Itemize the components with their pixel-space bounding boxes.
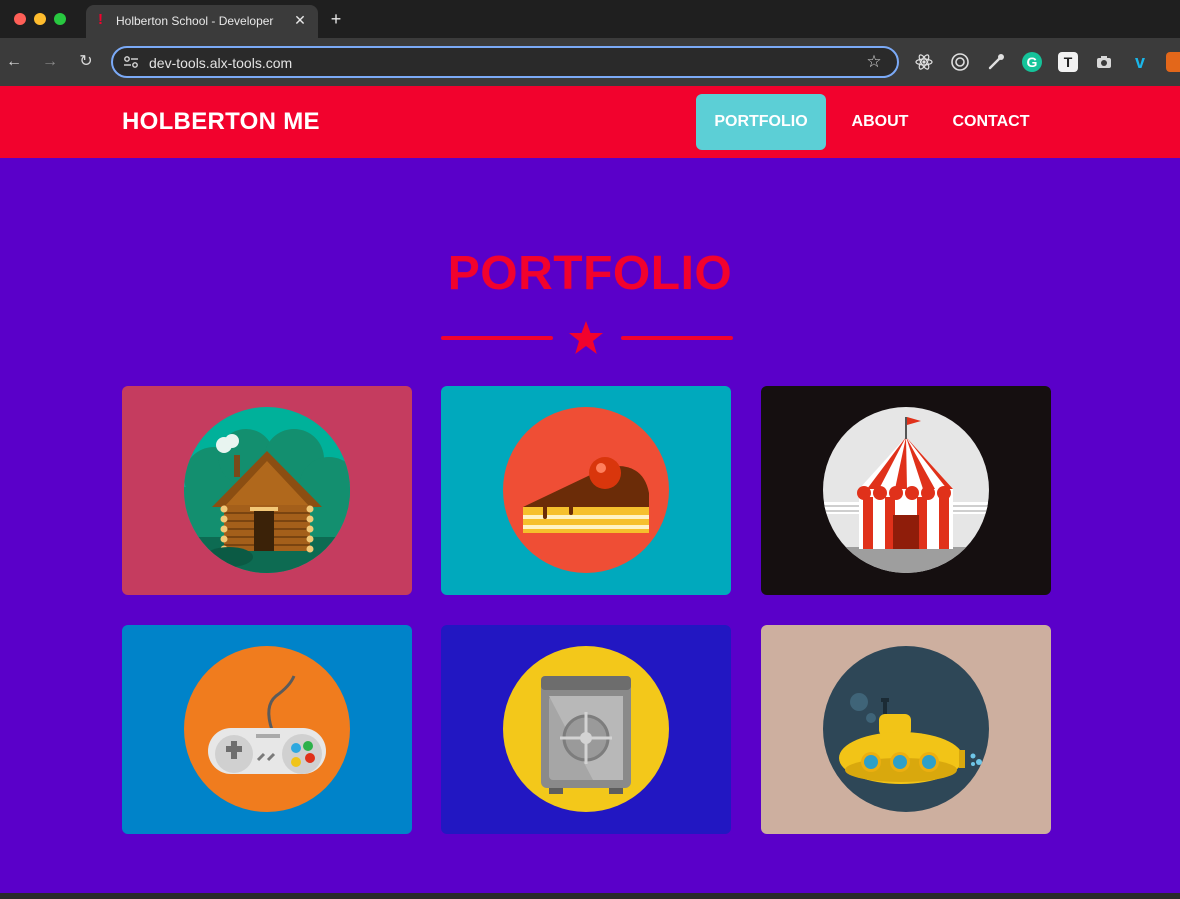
close-window-button[interactable] (14, 13, 26, 25)
cabin-icon (184, 407, 350, 573)
site-settings-icon[interactable] (123, 55, 139, 69)
site-header: HOLBERTON ME PORTFOLIO ABOUT CONTACT (0, 86, 1180, 158)
address-bar[interactable]: dev-tools.alx-tools.com ☆ (111, 46, 899, 78)
circus-tent-icon (823, 407, 989, 573)
camera-icon[interactable] (1094, 52, 1114, 72)
bookmark-star-icon[interactable]: ☆ (865, 52, 883, 72)
browser-tab[interactable]: ! Holberton School - Developer ✕ (86, 5, 318, 38)
star-icon (569, 321, 603, 354)
eyedropper-icon[interactable] (986, 52, 1006, 72)
vimeo-icon[interactable]: v (1130, 52, 1150, 72)
divider-line-left (441, 336, 553, 340)
new-tab-button[interactable]: + (326, 9, 346, 29)
browser-tab-bar: ! Holberton School - Developer ✕ + (0, 0, 1180, 38)
target-icon[interactable] (950, 52, 970, 72)
portfolio-card-cabin[interactable] (122, 386, 412, 595)
portfolio-card-circus[interactable] (761, 386, 1051, 595)
maximize-window-button[interactable] (54, 13, 66, 25)
game-controller-icon (184, 646, 350, 812)
grammarly-icon[interactable]: G (1022, 52, 1042, 72)
tab-close-icon[interactable]: ✕ (292, 11, 308, 29)
minimize-window-button[interactable] (34, 13, 46, 25)
safe-icon (503, 646, 669, 812)
submarine-icon (823, 646, 989, 812)
tab-title: Holberton School - Developer (116, 14, 274, 28)
portfolio-heading: PORTFOLIO (447, 247, 733, 300)
react-icon[interactable] (914, 52, 934, 72)
url-text: dev-tools.alx-tools.com (149, 55, 293, 71)
cake-icon (503, 407, 669, 573)
portfolio-card-submarine[interactable] (761, 625, 1051, 834)
brand-logo[interactable]: HOLBERTON ME (122, 108, 320, 136)
nav-contact[interactable]: CONTACT (938, 94, 1044, 150)
browser-toolbar: ← → ↻ dev-tools.alx-tools.com ☆ G T v (0, 38, 1180, 86)
divider-line-right (621, 336, 733, 340)
reload-button[interactable]: ↻ (76, 52, 96, 72)
back-button[interactable]: ← (4, 52, 24, 72)
nav-about[interactable]: ABOUT (838, 94, 922, 150)
holberton-favicon-icon: ! (98, 11, 103, 28)
window-bottom-border (0, 893, 1180, 899)
portfolio-card-safe[interactable] (441, 625, 731, 834)
portfolio-card-controller[interactable] (122, 625, 412, 834)
portfolio-card-cake[interactable] (441, 386, 731, 595)
extension-icon[interactable] (1166, 52, 1180, 72)
nav-portfolio[interactable]: PORTFOLIO (696, 94, 826, 150)
forward-button[interactable]: → (40, 52, 60, 72)
notion-icon[interactable]: T (1058, 52, 1078, 72)
